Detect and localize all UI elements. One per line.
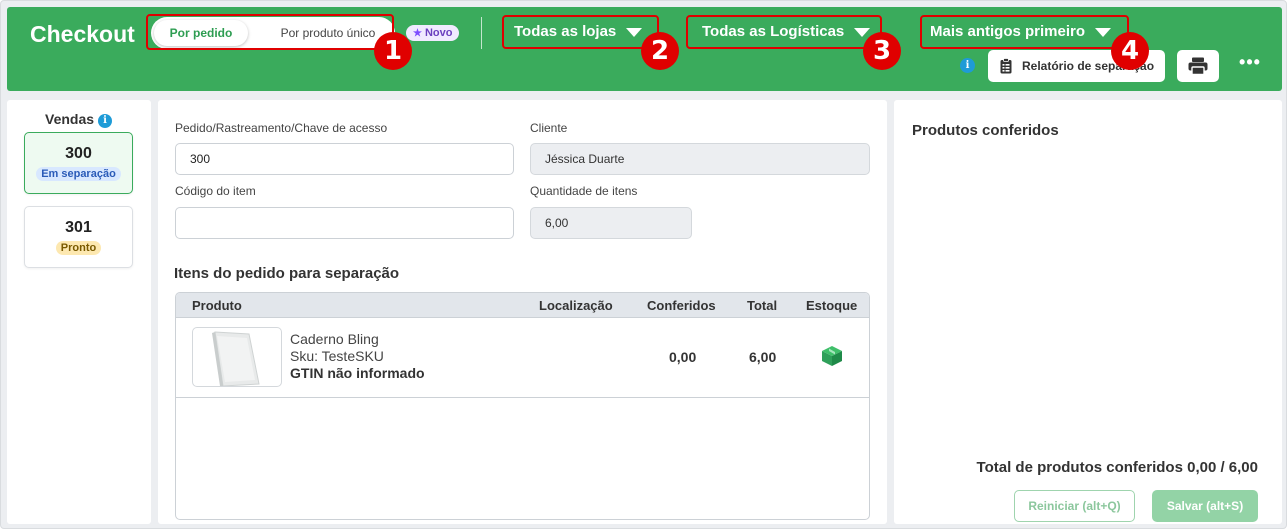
status-badge: Em separação — [36, 167, 121, 181]
print-button[interactable] — [1177, 50, 1219, 82]
table-row[interactable]: Caderno Bling Sku: TesteSKU GTIN não inf… — [176, 318, 869, 398]
col-checked: Conferidos — [647, 298, 716, 313]
items-section-title: Itens do pedido para separação — [174, 265, 400, 282]
more-options-button[interactable]: ••• — [1235, 53, 1265, 77]
order-number: 300 — [65, 145, 92, 162]
annotation-box-2 — [502, 15, 659, 49]
sales-title-label: Vendas — [45, 111, 95, 127]
order-card-301[interactable]: 301 Pronto — [24, 206, 133, 268]
item-code-label: Código do item — [175, 184, 256, 198]
client-field: Jéssica Duarte — [530, 143, 870, 175]
status-badge: Pronto — [55, 241, 102, 255]
annotation-badge-2: 2 — [641, 32, 679, 70]
items-table: Produto Localização Conferidos Total Est… — [175, 292, 870, 520]
annotation-box-3 — [686, 15, 882, 49]
info-icon[interactable]: i — [960, 58, 975, 73]
checked-total: Total de produtos conferidos 0,00 / 6,00 — [976, 459, 1258, 476]
order-search-label: Pedido/Rastreamento/Chave de acesso — [175, 121, 388, 135]
app-window: Checkout Por pedido Por produto único ★ N… — [0, 0, 1287, 529]
new-badge: ★ Novo — [406, 25, 460, 41]
product-name: Caderno Bling — [290, 331, 379, 347]
annotation-badge-3: 3 — [863, 32, 901, 70]
order-search-input[interactable]: 300 — [175, 143, 514, 175]
item-quantity-field: 6,00 — [530, 207, 692, 239]
reset-button[interactable]: Reiniciar (alt+Q) — [1014, 490, 1135, 522]
checked-quantity: 0,00 — [669, 349, 697, 365]
col-product: Produto — [192, 298, 242, 313]
client-label: Cliente — [530, 121, 568, 135]
info-icon[interactable]: i — [98, 114, 113, 128]
checked-products-title: Produtos conferidos — [912, 122, 1059, 139]
item-code-input[interactable] — [175, 207, 514, 239]
annotation-box-1 — [146, 14, 394, 50]
annotation-badge-1: 1 — [374, 32, 412, 70]
star-icon: ★ — [413, 28, 422, 39]
order-number: 301 — [65, 219, 92, 236]
notebook-image — [212, 331, 260, 386]
clipboard-icon — [1000, 58, 1012, 74]
col-total: Total — [747, 298, 778, 313]
product-gtin: GTIN não informado — [290, 365, 425, 381]
table-header: Produto Localização Conferidos Total Est… — [176, 293, 869, 318]
header-divider — [481, 17, 482, 49]
checked-products-panel: Produtos conferidos Total de produtos co… — [894, 100, 1282, 524]
total-quantity: 6,00 — [749, 349, 777, 365]
order-panel: Pedido/Rastreamento/Chave de acesso 300 … — [158, 100, 887, 524]
new-badge-label: Novo — [424, 27, 453, 39]
annotation-box-4 — [920, 15, 1129, 49]
box-icon[interactable] — [821, 345, 843, 367]
order-card-300[interactable]: 300 Em separação — [24, 132, 133, 194]
page-title: Checkout — [30, 21, 135, 47]
printer-icon — [1188, 57, 1208, 75]
product-sku: Sku: TesteSKU — [290, 348, 384, 364]
product-info: Caderno Bling Sku: TesteSKU GTIN não inf… — [290, 331, 425, 382]
sales-title: Vendas i — [45, 111, 113, 128]
sales-sidebar: Vendas i 300 Em separação 301 Pronto — [7, 100, 151, 524]
item-quantity-label: Quantidade de itens — [530, 184, 638, 198]
save-button[interactable]: Salvar (alt+S) — [1152, 490, 1258, 522]
col-stock: Estoque — [806, 298, 858, 313]
annotation-badge-4: 4 — [1111, 32, 1149, 70]
product-thumbnail — [192, 327, 282, 387]
col-location: Localização — [539, 298, 613, 313]
